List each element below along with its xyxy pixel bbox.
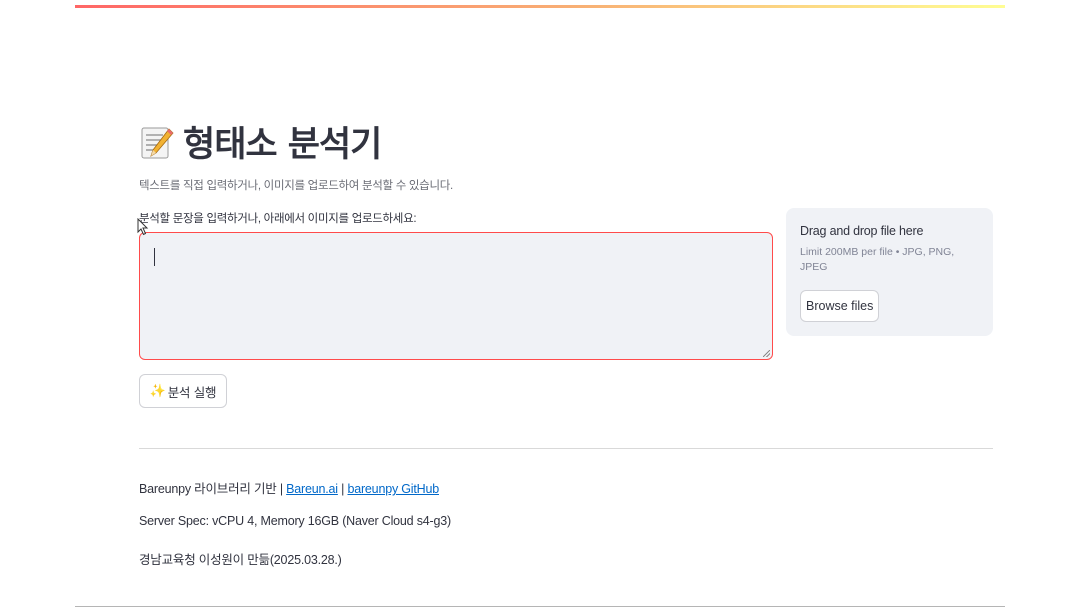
memo-icon <box>139 123 175 161</box>
library-credit-text: Bareunpy 라이브러리 기반 | <box>139 482 287 496</box>
page-title: 형태소 분석기 <box>183 125 382 165</box>
bareun-link[interactable]: Bareun.ai <box>286 482 338 496</box>
mouse-pointer-icon <box>137 218 149 236</box>
page-caption: 텍스트를 직접 입력하거나, 이미지를 업로드하여 분석할 수 있습니다. <box>139 180 453 192</box>
header-decoration-bar <box>75 5 1005 8</box>
upload-limit-text: Limit 200MB per file • JPG, PNG, JPEG <box>800 246 955 273</box>
library-credit: Bareunpy 라이브러리 기반 | Bareun.ai | bareunpy… <box>139 478 439 497</box>
author-text: 경남교육청 이성원이 만듦(2025.03.28.) <box>139 553 342 567</box>
resize-handle[interactable] <box>763 350 770 357</box>
footer-divider <box>139 448 993 449</box>
run-analysis-button[interactable]: ✨ 분석 실행 <box>139 374 227 408</box>
github-link[interactable]: bareunpy GitHub <box>347 482 439 496</box>
page-title-row: 형태소 분석기 <box>139 116 382 167</box>
drag-drop-text: Drag and drop file here <box>800 224 924 238</box>
bottom-border <box>75 606 1005 607</box>
run-analysis-label: 분석 실행 <box>167 384 217 400</box>
sentence-input-label: 분석할 문장을 입력하거나, 아래에서 이미지를 업로드하세요: <box>139 213 417 225</box>
browse-files-button[interactable]: Browse files <box>800 290 880 322</box>
sentence-textarea[interactable] <box>139 232 773 360</box>
sparkles-icon: ✨ <box>149 383 166 399</box>
text-caret <box>154 248 155 266</box>
server-spec-text: Server Spec: vCPU 4, Memory 16GB (Naver … <box>139 514 451 528</box>
file-uploader-dropzone[interactable]: Drag and drop file here Limit 200MB per … <box>786 208 993 336</box>
